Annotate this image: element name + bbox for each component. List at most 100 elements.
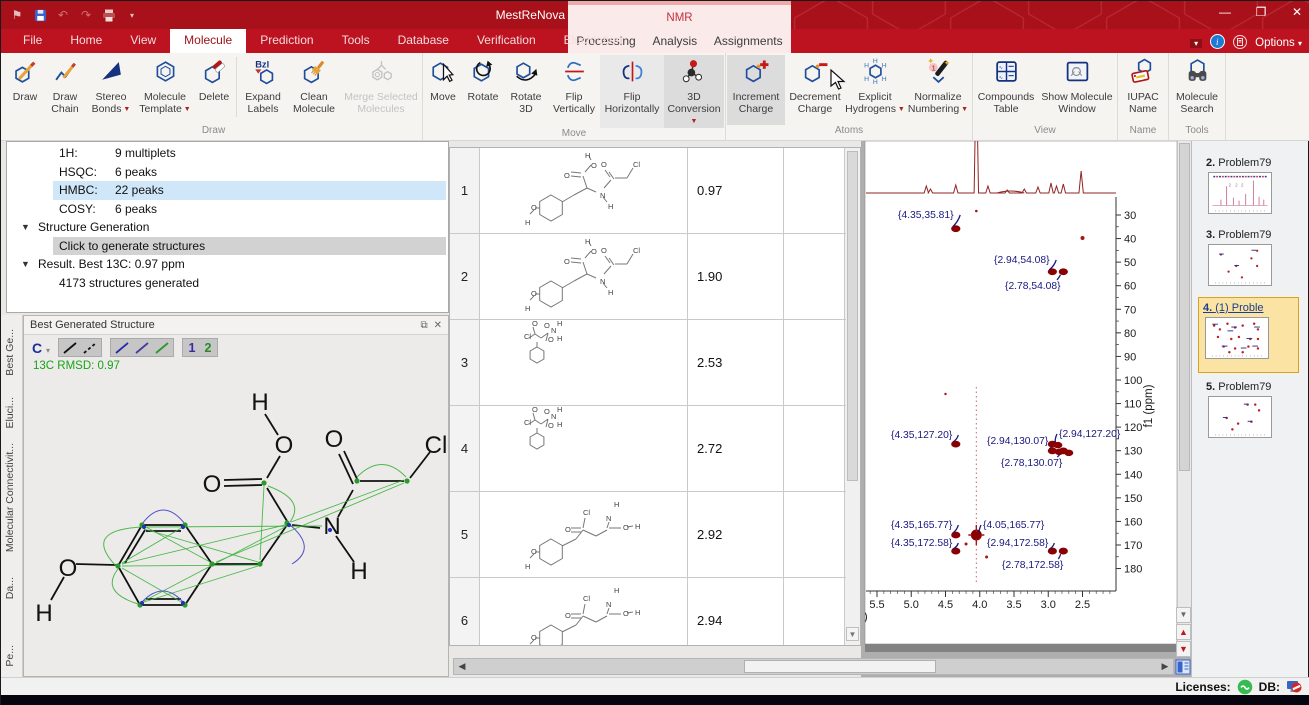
show-molecule-window-button[interactable]: Show Molecule Window [1038, 55, 1116, 125]
tree-item-click-to-generate-structures[interactable]: Click to generate structures [7, 237, 448, 256]
draw-chain-button[interactable]: Draw Chain [44, 55, 86, 125]
iupac-name-button[interactable]: IUPAC Name [1119, 55, 1167, 125]
side-tab-eluci[interactable]: Eluci... [4, 397, 16, 429]
explicit-hydrogens-button[interactable]: HHHHHHExplicit Hydrogens ▼ [845, 55, 905, 125]
collapse-arrow-icon[interactable]: ▼ [21, 259, 30, 269]
tree-item-hmbc[interactable]: HMBC:22 peaks [7, 181, 448, 200]
quick-access-more-icon[interactable]: ▾ [124, 7, 140, 23]
tree-item-4173-structures-generated[interactable]: 4173 structures generated [7, 274, 448, 293]
flip-vertically-button[interactable]: Flip Vertically [548, 55, 600, 128]
expand-labels-button[interactable]: BzlExpand Labels [239, 55, 287, 125]
side-tab-pe[interactable]: Pe... [4, 645, 16, 667]
db-status-icon[interactable] [1286, 679, 1302, 694]
scroll-right-icon[interactable]: ▶ [1157, 659, 1173, 674]
minimize-icon[interactable]: — [1218, 5, 1232, 19]
clean-molecule-button[interactable]: Clean Molecule [287, 55, 341, 125]
table-row[interactable]: 6HOOClNHOH2.94 [450, 578, 846, 646]
tab-home[interactable]: Home [56, 29, 116, 53]
merge-selected-molecules-button[interactable]: Merge Selected Molecules [341, 55, 421, 125]
increment-charge-button[interactable]: Increment Charge [727, 55, 785, 125]
purple-bond-button[interactable] [133, 340, 151, 356]
structure-cell[interactable]: HOOOHOClNH [480, 148, 688, 233]
molecule-structure-canvas[interactable]: HOOOHOClNH [24, 378, 448, 676]
side-tab-best-ge[interactable]: Best Ge... [4, 329, 16, 376]
tab-database[interactable]: Database [384, 29, 463, 53]
tab-tools[interactable]: Tools [328, 29, 384, 53]
compounds-table-button[interactable]: ∿∿Compounds Table [974, 55, 1038, 125]
blue-bond-button[interactable] [113, 340, 131, 356]
table-row[interactable]: 4ClOONHOH2.72 [450, 406, 846, 492]
tree-item-hsqc[interactable]: HSQC:6 peaks [7, 163, 448, 182]
next-page-icon[interactable]: ▼ [1176, 641, 1191, 657]
normalize-numbering-button[interactable]: 1✦✦Normalize Numbering ▼ [905, 55, 971, 125]
save-icon[interactable] [32, 7, 48, 23]
document-hscrollbar[interactable]: ◀ ▶ [453, 658, 1174, 675]
flip-horizontally-button[interactable]: Flip Horizontally [600, 55, 664, 128]
tree-item-result-best-13c-0-97-ppm[interactable]: ▼Result. Best 13C: 0.97 ppm [7, 255, 448, 274]
structure-cell[interactable]: ClOONHOH [480, 406, 688, 491]
dashed-bond-button[interactable] [81, 340, 99, 356]
draw-button[interactable]: Draw [6, 55, 44, 125]
report-icon[interactable] [1233, 35, 1247, 52]
green-bond-button[interactable] [153, 340, 171, 356]
table-scrollbar-thumb[interactable] [847, 151, 858, 481]
molecule-template-button[interactable]: Molecule Template ▼ [136, 55, 194, 125]
close-panel-icon[interactable]: ✕ [434, 320, 442, 331]
scroll-down-icon[interactable]: ▼ [1176, 607, 1191, 623]
page-thumbnail-5[interactable]: 5. Problem79 [1206, 381, 1298, 438]
document-vscrollbar-thumb[interactable] [1179, 143, 1190, 471]
thumbnail-image[interactable]: 222 [1208, 172, 1272, 214]
redo-icon[interactable]: ↷ [78, 7, 94, 23]
ribbon-collapse-icon[interactable]: ▾ [1190, 39, 1202, 48]
license-status-icon[interactable] [1237, 679, 1253, 695]
structure-cell[interactable]: HOOOHOClNH [480, 234, 688, 319]
tree-item-1h[interactable]: 1H:9 multiplets [7, 144, 448, 163]
table-scroll-down-icon[interactable]: ▼ [846, 627, 859, 641]
stereo-bonds-button[interactable]: Stereo Bonds ▼ [86, 55, 136, 125]
table-row[interactable]: 3ClOONHOH2.53 [450, 320, 846, 406]
number-2-button[interactable]: 2 [201, 341, 215, 355]
tab-prediction[interactable]: Prediction [246, 29, 327, 53]
single-bond-button[interactable] [61, 340, 79, 356]
number-1-button[interactable]: 1 [185, 341, 199, 355]
structure-cell[interactable]: ClOONHOH [480, 320, 688, 405]
spectrum-document-view[interactable]: 3040506070809010011012013014015016017018… [861, 141, 1191, 677]
tab-elucidation[interactable]: Elucidation [550, 29, 637, 53]
structure-cell[interactable]: HOOClNHOH [480, 492, 688, 577]
scroll-left-icon[interactable]: ◀ [454, 659, 470, 674]
context-tab-analysis[interactable]: Analysis [648, 32, 701, 50]
table-scrollbar[interactable]: ▼ [844, 148, 860, 645]
tree-item-cosy[interactable]: COSY:6 peaks [7, 200, 448, 219]
thumbnail-image[interactable] [1208, 396, 1272, 438]
rotate-3d-button[interactable]: Rotate 3D [504, 55, 548, 128]
float-panel-icon[interactable]: ⧉ [420, 320, 427, 331]
print-icon[interactable] [101, 7, 117, 23]
tree-item-structure-generation[interactable]: ▼Structure Generation [7, 218, 448, 237]
context-tab-assignments[interactable]: Assignments [710, 32, 787, 50]
side-tab-da[interactable]: Da... [4, 577, 16, 599]
thumbnail-image[interactable] [1208, 244, 1272, 286]
tab-molecule[interactable]: Molecule [170, 29, 246, 53]
delete-button[interactable]: Delete [194, 55, 234, 125]
options-button[interactable]: Options ▾ [1255, 37, 1302, 49]
restore-icon[interactable]: ❐ [1254, 5, 1268, 19]
page-thumbnail-3[interactable]: 3. Problem79 [1206, 229, 1298, 286]
page-thumbnail-4[interactable]: 4. (1) Proble [1203, 302, 1295, 359]
previous-page-icon[interactable]: ▲ [1176, 624, 1191, 640]
table-row[interactable]: 2HOOOHOClNH1.90 [450, 234, 846, 320]
molecule-search-button[interactable]: Molecule Search [1170, 55, 1224, 125]
table-row[interactable]: 1HOOOHOClNH0.97 [450, 148, 846, 234]
info-icon[interactable]: i [1210, 34, 1225, 52]
tab-view[interactable]: View [116, 29, 170, 53]
undo-icon[interactable]: ↶ [55, 7, 71, 23]
table-row[interactable]: 5HOOClNHOH2.92 [450, 492, 846, 578]
collapse-arrow-icon[interactable]: ▼ [21, 222, 30, 232]
hmbc-spectrum[interactable]: 3040506070809010011012013014015016017018… [861, 141, 1177, 657]
element-selector-button[interactable]: C ▾ [32, 340, 50, 356]
document-hscrollbar-thumb[interactable] [744, 660, 936, 673]
rotate-button[interactable]: Rotate [462, 55, 504, 128]
side-tab-molecular-connectivit[interactable]: Molecular Connectivit... [4, 443, 16, 552]
tab-file[interactable]: File [9, 29, 56, 53]
move-button[interactable]: Move [424, 55, 462, 128]
structure-cell[interactable]: HOOClNHOH [480, 578, 688, 646]
